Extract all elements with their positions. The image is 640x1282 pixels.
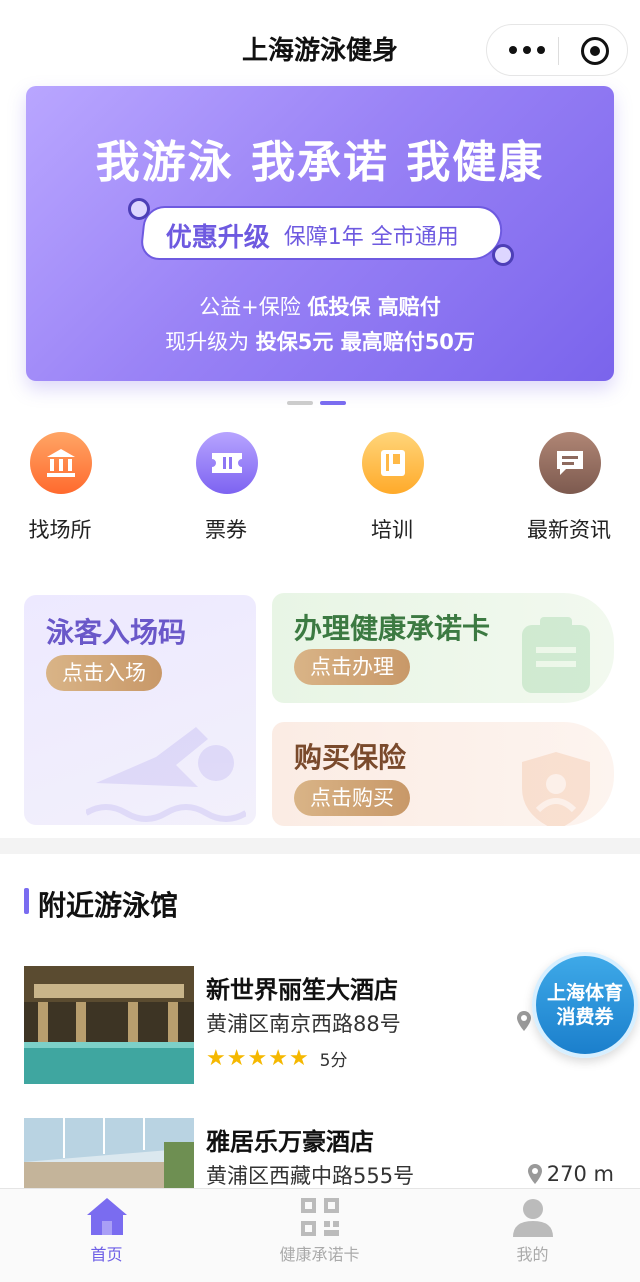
venue-image [24, 966, 194, 1084]
building-icon [30, 432, 92, 494]
apply-button[interactable]: 点击办理 [294, 649, 410, 685]
banner-badge: 优惠升级 保障1年 全市通用 [139, 206, 505, 260]
venue-address: 黄浦区西藏中路555号 [206, 1164, 415, 1188]
nav-label: 最新资讯 [527, 518, 611, 542]
venue-name: 新世界丽笙大酒店 [206, 976, 398, 1004]
coupon-line-2: 消费券 [556, 1006, 614, 1028]
insurance-card[interactable]: 购买保险 点击购买 [272, 722, 614, 826]
tab-profile[interactable]: 我的 [426, 1189, 639, 1282]
promo-banner[interactable]: 我游泳 我承诺 我健康 优惠升级 保障1年 全市通用 公益+保险 低投保 高赔付… [26, 86, 614, 381]
badge-sub-text: 保障1年 全市通用 [283, 225, 459, 250]
section-divider [0, 838, 640, 854]
bottom-tab-bar: 首页 健康承诺卡 我的 [0, 1188, 640, 1282]
insurance-title: 购买保险 [294, 741, 407, 774]
tab-health-card[interactable]: 健康承诺卡 [213, 1189, 426, 1282]
star-icon: ★ [268, 1045, 288, 1071]
badge-main-text: 优惠升级 [165, 222, 270, 253]
ring-decoration-icon [128, 198, 150, 220]
venue-address: 黄浦区南京西路88号 [206, 1012, 401, 1036]
coupon-line-1: 上海体育 [546, 982, 623, 1004]
home-icon [87, 1198, 127, 1235]
nearby-section-title: 附近游泳馆 [38, 889, 179, 922]
more-menu-icon[interactable] [509, 37, 545, 63]
sports-coupon-button[interactable]: 上海体育 消费券 [532, 952, 638, 1058]
tab-home[interactable]: 首页 [0, 1189, 213, 1282]
star-icon: ★ [247, 1045, 268, 1071]
qr-code-icon [301, 1198, 339, 1236]
mini-program-capsule [486, 24, 628, 76]
banner-headline: 我游泳 我承诺 我健康 [95, 137, 545, 188]
star-icon: ★ [206, 1045, 226, 1071]
clipboard-icon [522, 617, 590, 693]
carousel-dot[interactable] [287, 401, 313, 405]
nav-news[interactable]: 最新资讯 [499, 430, 639, 550]
capsule-divider [558, 37, 559, 65]
venue-distance: 270 m [527, 1162, 614, 1186]
banner-line-2: 现升级为 投保5元 最高赔付50万 [165, 330, 475, 354]
location-pin-icon [517, 1011, 531, 1031]
ring-decoration-icon [492, 244, 514, 266]
entry-code-title: 泳客入场码 [46, 616, 187, 649]
venue-score: 5分 [319, 1050, 348, 1071]
message-icon [539, 432, 601, 494]
nav-find-venue[interactable]: 找场所 [0, 430, 130, 550]
nav-training[interactable]: 培训 [322, 430, 462, 550]
nav-header: 上海游泳健身 [0, 0, 640, 86]
nav-label: 培训 [371, 518, 413, 542]
tab-label: 我的 [516, 1245, 549, 1264]
health-card-title: 办理健康承诺卡 [294, 612, 491, 645]
star-icon: ★ [288, 1045, 309, 1071]
health-card-card[interactable]: 办理健康承诺卡 点击办理 [272, 593, 614, 703]
venue-name: 雅居乐万豪酒店 [206, 1128, 374, 1156]
venue-rating: ★ ★ ★ ★ ★ 5分 [206, 1045, 348, 1071]
entry-code-card[interactable]: 泳客入场码 点击入场 [24, 595, 256, 825]
tab-label: 首页 [90, 1245, 123, 1264]
user-icon [513, 1199, 553, 1237]
enter-button[interactable]: 点击入场 [46, 655, 162, 691]
book-icon [362, 432, 424, 494]
tab-label: 健康承诺卡 [279, 1245, 360, 1264]
nav-tickets[interactable]: 票券 [156, 430, 296, 550]
shield-icon [522, 752, 590, 826]
nav-label: 找场所 [28, 518, 92, 542]
banner-line-1: 公益+保险 低投保 高赔付 [199, 295, 441, 319]
carousel-dot-active[interactable] [320, 401, 346, 405]
close-target-icon[interactable] [581, 37, 609, 65]
star-icon: ★ [226, 1045, 247, 1071]
nav-label: 票券 [205, 518, 247, 542]
section-accent-bar [24, 888, 29, 914]
location-pin-icon [527, 1164, 542, 1184]
buy-button[interactable]: 点击购买 [294, 780, 410, 816]
swimmer-icon [86, 727, 246, 822]
ticket-icon [196, 432, 258, 494]
